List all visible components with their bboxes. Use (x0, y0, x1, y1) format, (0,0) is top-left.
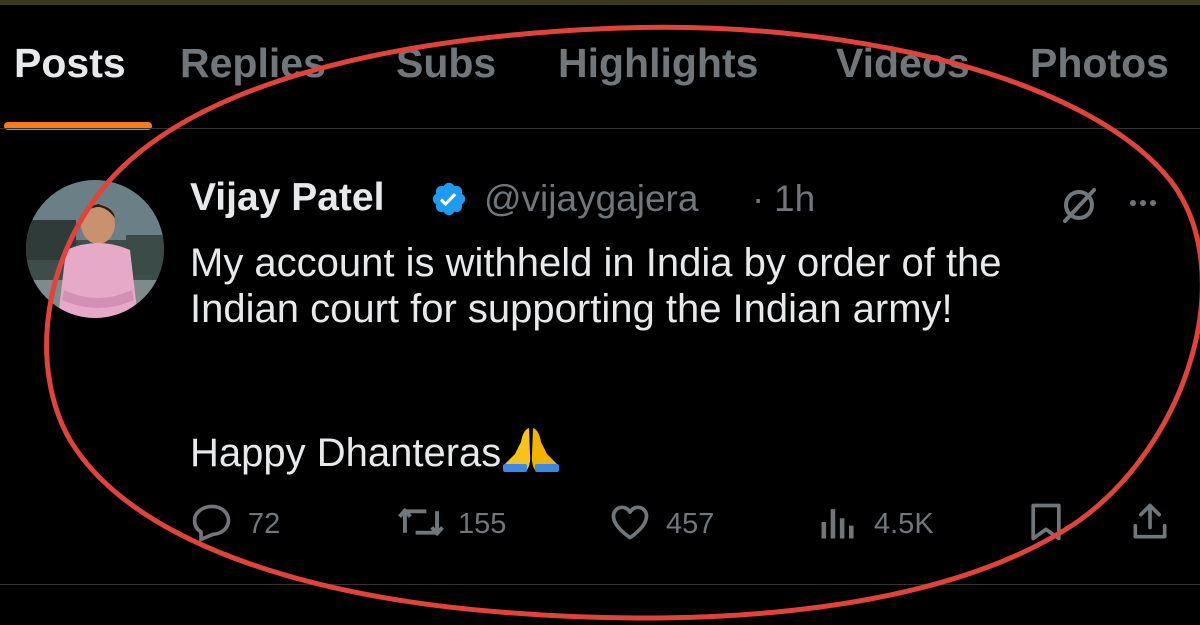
tab-photos[interactable]: Photos (1030, 40, 1169, 87)
author-name[interactable]: Vijay Patel (190, 176, 384, 220)
top-strip (0, 0, 1200, 5)
tweet-text-line: My account is withheld in India by order… (190, 241, 1002, 285)
separator-dot: · (752, 178, 765, 219)
folded-hands-emoji-icon (503, 428, 560, 472)
tweet-divider (0, 584, 1200, 585)
reply-button[interactable]: 72 (190, 500, 300, 546)
reply-icon (192, 504, 231, 543)
views-chart-icon (821, 509, 854, 539)
grok-icon[interactable] (1058, 184, 1100, 226)
repost-count: 155 (458, 508, 507, 540)
tab-highlights[interactable]: Highlights (558, 40, 758, 87)
views-count: 4.5K (874, 508, 934, 540)
reply-count: 72 (248, 508, 281, 540)
tweet-text-line: Happy Dhanteras (190, 424, 1190, 476)
verified-badge-icon (432, 182, 466, 216)
share-button[interactable] (1128, 500, 1172, 546)
tab-videos[interactable]: Videos (836, 40, 970, 87)
heart-icon (611, 505, 649, 540)
bookmark-button[interactable] (1024, 500, 1068, 546)
tweet-text: My account is withheld in India by order… (190, 240, 1190, 476)
timestamp[interactable]: 1h (774, 178, 815, 220)
views-button[interactable]: 4.5K (816, 500, 956, 546)
like-count: 457 (666, 508, 715, 540)
more-options-icon[interactable] (1128, 198, 1158, 208)
repost-icon (398, 508, 444, 536)
tab-posts[interactable]: Posts (14, 40, 126, 87)
tweet-text-greeting: Happy Dhanteras (190, 431, 502, 475)
bookmark-icon (1031, 503, 1061, 541)
author-handle[interactable]: @vijaygajera (484, 178, 698, 220)
tweet-text-line: Indian court for supporting the Indian a… (190, 287, 953, 331)
avatar[interactable] (26, 180, 164, 318)
tab-replies[interactable]: Replies (180, 40, 326, 87)
profile-tabs: Posts Replies Subs Highlights Videos Pho… (0, 40, 1200, 100)
tab-subs[interactable]: Subs (396, 40, 496, 87)
like-button[interactable]: 457 (608, 500, 738, 546)
tabs-divider (0, 128, 1200, 129)
repost-button[interactable]: 155 (396, 500, 526, 546)
share-icon (1133, 503, 1167, 539)
